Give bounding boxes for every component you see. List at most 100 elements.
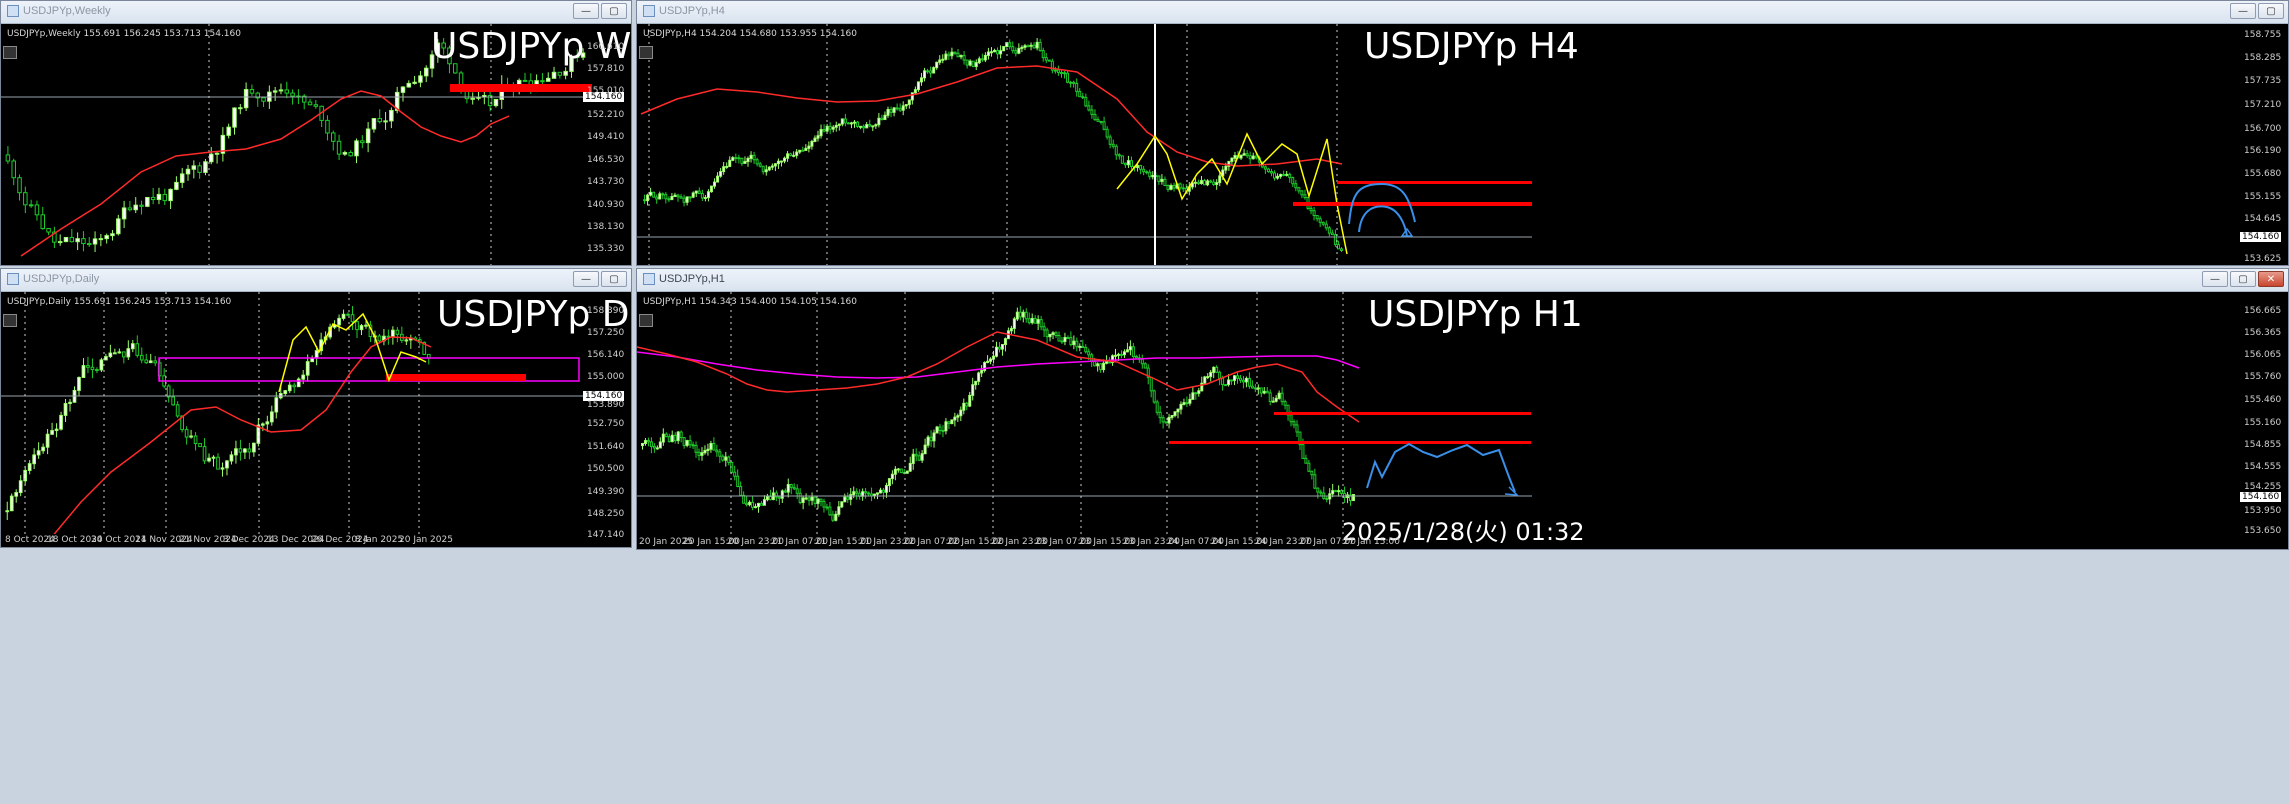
candle-body — [1218, 175, 1222, 184]
candle-body — [255, 92, 260, 99]
daily-titlebar[interactable]: USDJPYp,Daily — ▢ — [1, 269, 631, 292]
candle-body — [892, 107, 896, 113]
candle-body — [825, 125, 829, 132]
close-button[interactable]: ✕ — [2258, 271, 2284, 287]
candle-body — [9, 495, 14, 512]
candle-body — [938, 426, 942, 431]
maximize-button[interactable]: ▢ — [2258, 3, 2284, 19]
candle-body — [649, 441, 653, 447]
h1-chart-window[interactable]: USDJPYp,H1 — ▢ ✕ USDJPYp,H1 154.343 154.… — [636, 268, 2289, 550]
price-tick: 146.530 — [587, 155, 625, 165]
daily-chart-window[interactable]: USDJPYp,Daily — ▢ USDJPYp,Daily 155.691 … — [0, 268, 632, 548]
candle-body — [54, 428, 59, 432]
candle-body — [1078, 345, 1082, 348]
candle-body — [846, 496, 850, 500]
candle-body — [986, 51, 990, 56]
candle-body — [1313, 474, 1317, 489]
candle-body — [1066, 72, 1070, 83]
h4-chart[interactable]: USDJPYp,H4 154.204 154.680 153.955 154.1… — [637, 24, 2288, 265]
candle-body — [1310, 470, 1314, 476]
candle-body — [971, 60, 975, 67]
weekly-titlebar[interactable]: USDJPYp,Weekly — ▢ — [1, 1, 631, 24]
candle-body — [831, 126, 835, 130]
candle-body — [189, 435, 193, 438]
h1-titlebar[interactable]: USDJPYp,H1 — ▢ ✕ — [637, 269, 2288, 292]
weekly-chart[interactable]: USDJPYp,Weekly 155.691 156.245 153.713 1… — [1, 24, 631, 265]
candle-body — [269, 411, 274, 423]
candle-body — [470, 97, 475, 100]
candle-body — [977, 58, 981, 64]
candle-body — [1149, 376, 1153, 392]
candle-body — [1233, 375, 1237, 381]
candle-body — [108, 352, 113, 358]
candle-body — [822, 500, 826, 508]
candle-body — [1119, 353, 1123, 356]
daily-chart[interactable]: USDJPYp,Daily 155.691 156.245 153.713 15… — [1, 292, 631, 547]
price-tick: 156.365 — [2244, 328, 2282, 338]
candle-body — [45, 433, 50, 448]
candle-body — [1239, 154, 1243, 159]
candle-body — [953, 51, 957, 54]
price-tick: 156.190 — [2244, 146, 2282, 156]
candle-body — [166, 385, 171, 398]
candle-body — [1191, 392, 1195, 400]
maximize-button[interactable]: ▢ — [2230, 271, 2256, 287]
candle-body — [993, 49, 997, 53]
price-tick: 152.210 — [587, 110, 625, 120]
price-tick: 154.255 — [2244, 482, 2282, 492]
candle-body — [950, 419, 954, 425]
candle-body — [1251, 155, 1255, 160]
candle-body — [646, 194, 650, 202]
candle-body — [1206, 376, 1210, 379]
candle-body — [932, 67, 936, 74]
candle-body — [1128, 346, 1132, 351]
daily-info: USDJPYp,Daily 155.691 156.245 153.713 15… — [7, 297, 232, 307]
candle-body — [929, 436, 933, 442]
minimize-button[interactable]: — — [573, 3, 599, 19]
candle-body — [423, 67, 429, 77]
candle-body — [679, 196, 683, 199]
candle-body — [1190, 182, 1194, 188]
candle-body — [959, 55, 963, 58]
candle-body — [323, 336, 328, 341]
candle-body — [913, 89, 917, 94]
candle-body — [709, 185, 713, 193]
candle-body — [719, 171, 723, 177]
candle-body — [1125, 349, 1129, 353]
candle-body — [737, 157, 741, 160]
candle-body — [1230, 379, 1234, 382]
weekly-chart-window[interactable]: USDJPYp,Weekly — ▢ USDJPYp,Weekly 155.69… — [0, 0, 632, 266]
candle-body — [287, 384, 292, 392]
candle-body — [1233, 155, 1237, 159]
candle-body — [1271, 400, 1275, 403]
candle-body — [1346, 494, 1350, 499]
h1-chart[interactable]: USDJPYp,H1 154.343 154.400 154.105 154.1… — [637, 292, 2288, 549]
candle-body — [831, 514, 835, 521]
candle-body — [1045, 329, 1049, 338]
h4-titlebar[interactable]: USDJPYp,H4 — ▢ — [637, 1, 2288, 24]
candle-body — [749, 154, 753, 159]
candle-body — [944, 53, 948, 60]
minimize-button[interactable]: — — [2230, 3, 2256, 19]
candle-body — [110, 233, 115, 237]
maximize-button[interactable]: ▢ — [601, 3, 627, 19]
candle-body — [774, 492, 778, 498]
candle-body — [1209, 180, 1213, 183]
maximize-button[interactable]: ▢ — [601, 271, 627, 287]
price-tick: 152.750 — [587, 419, 625, 429]
minimize-button[interactable]: — — [573, 271, 599, 287]
minimize-button[interactable]: — — [2202, 271, 2228, 287]
candle-body — [1218, 371, 1222, 379]
candle-body — [923, 70, 927, 79]
candle-body — [776, 160, 780, 165]
candle-body — [99, 359, 104, 371]
h4-chart-window[interactable]: USDJPYp,H4 — ▢ USDJPYp,H4 154.204 154.68… — [636, 0, 2289, 266]
candle-body — [1042, 326, 1046, 331]
chart-window-icon — [643, 5, 655, 17]
candle-body — [1256, 387, 1260, 390]
candle-body — [1324, 223, 1328, 229]
candle-body — [1072, 81, 1076, 84]
candle-body — [736, 475, 740, 488]
candle-body — [18, 480, 23, 494]
candle-body — [902, 472, 906, 475]
